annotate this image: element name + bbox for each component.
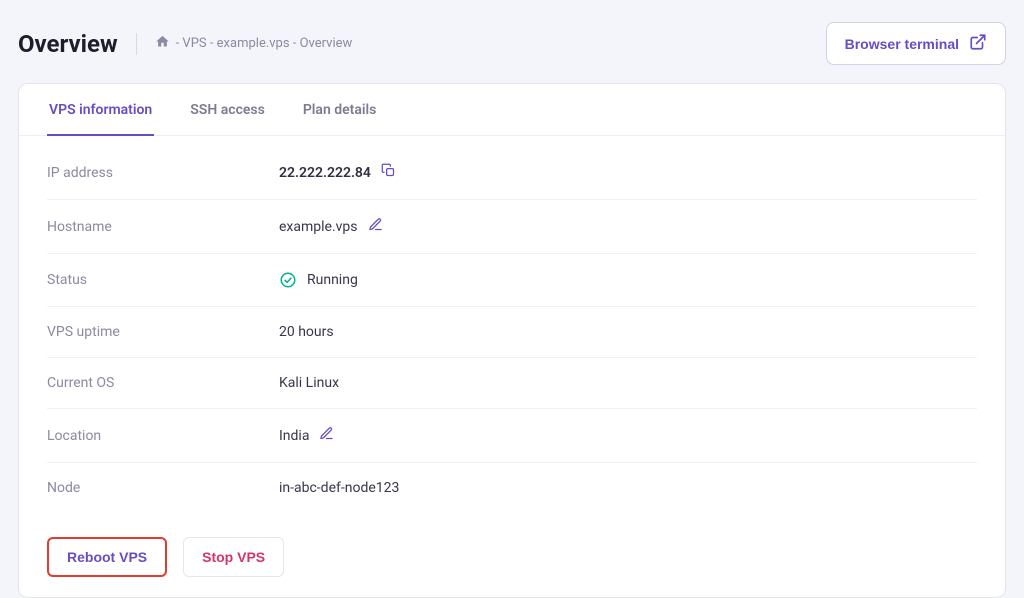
breadcrumb-text: - VPS - example.vps - Overview — [176, 36, 353, 51]
status-text: Running — [307, 272, 358, 288]
value-hostname: example.vps — [279, 217, 383, 236]
ip-address-text: 22.222.222.84 — [279, 165, 371, 181]
stop-vps-button[interactable]: Stop VPS — [183, 537, 284, 577]
os-text: Kali Linux — [279, 375, 339, 391]
node-text: in-abc-def-node123 — [279, 480, 399, 496]
divider — [136, 33, 137, 55]
value-ip-address: 22.222.222.84 — [279, 163, 396, 182]
row-ip-address: IP address 22.222.222.84 — [47, 146, 977, 200]
hostname-text: example.vps — [279, 219, 358, 235]
label-ip-address: IP address — [47, 165, 279, 181]
label-node: Node — [47, 480, 279, 496]
reboot-vps-button[interactable]: Reboot VPS — [47, 537, 167, 577]
tab-plan-details[interactable]: Plan details — [301, 84, 379, 136]
copy-icon[interactable] — [381, 163, 396, 182]
label-location: Location — [47, 428, 279, 444]
external-link-icon — [969, 33, 987, 54]
tabs: VPS information SSH access Plan details — [19, 84, 1005, 136]
value-os: Kali Linux — [279, 375, 339, 391]
location-text: India — [279, 428, 309, 444]
label-hostname: Hostname — [47, 219, 279, 235]
row-status: Status Running — [47, 254, 977, 307]
tab-vps-information[interactable]: VPS information — [47, 84, 154, 136]
tab-ssh-access[interactable]: SSH access — [188, 84, 267, 136]
check-circle-icon — [279, 271, 297, 289]
row-hostname: Hostname example.vps — [47, 200, 977, 254]
edit-icon[interactable] — [368, 217, 383, 236]
label-uptime: VPS uptime — [47, 324, 279, 340]
details-table: IP address 22.222.222.84 Hostname exampl… — [19, 136, 1005, 531]
row-location: Location India — [47, 409, 977, 463]
header-left: Overview - VPS - example.vps - Overview — [18, 30, 352, 58]
value-status: Running — [279, 271, 358, 289]
page-header: Overview - VPS - example.vps - Overview … — [0, 0, 1024, 83]
edit-icon[interactable] — [319, 426, 334, 445]
row-os: Current OS Kali Linux — [47, 358, 977, 409]
breadcrumb: - VPS - example.vps - Overview — [155, 34, 353, 53]
label-os: Current OS — [47, 375, 279, 391]
browser-terminal-button[interactable]: Browser terminal — [826, 22, 1006, 65]
home-icon[interactable] — [155, 34, 170, 53]
label-status: Status — [47, 272, 279, 288]
value-location: India — [279, 426, 334, 445]
row-node: Node in-abc-def-node123 — [47, 463, 977, 513]
actions-row: Reboot VPS Stop VPS — [19, 531, 1005, 597]
row-uptime: VPS uptime 20 hours — [47, 307, 977, 358]
page-title: Overview — [18, 30, 118, 58]
browser-terminal-label: Browser terminal — [845, 36, 959, 52]
uptime-text: 20 hours — [279, 324, 334, 340]
vps-card: VPS information SSH access Plan details … — [18, 83, 1006, 598]
value-uptime: 20 hours — [279, 324, 334, 340]
value-node: in-abc-def-node123 — [279, 480, 399, 496]
